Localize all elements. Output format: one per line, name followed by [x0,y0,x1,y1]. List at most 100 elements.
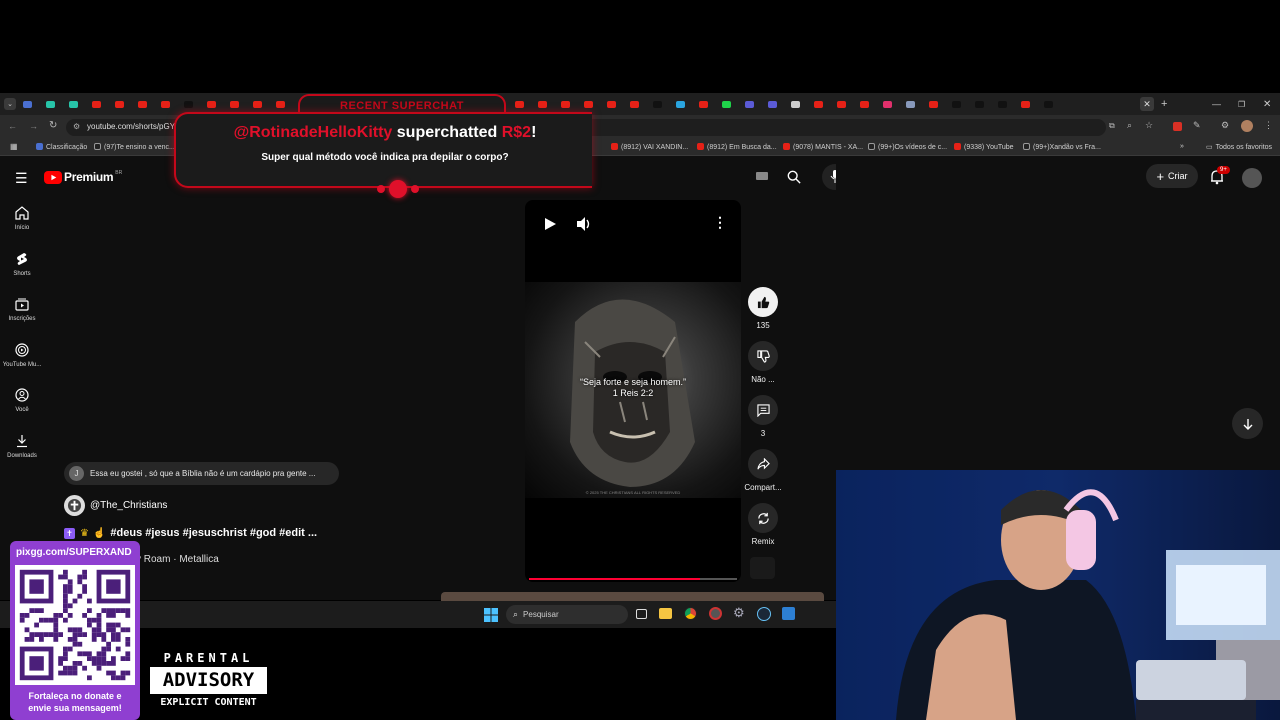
comment-preview[interactable]: J Essa eu gostei , só que a Bíblia não é… [64,462,339,485]
tab-favicon[interactable] [699,100,708,108]
tab-list-icon[interactable]: ⌄ [4,98,16,110]
tab-favicon[interactable] [115,100,124,108]
reload-icon[interactable]: ↻ [49,120,57,131]
app-icon[interactable] [709,607,722,620]
bookmark-item[interactable]: (99+)Xandão vs Fra... [1023,143,1101,151]
tab-favicon[interactable] [607,100,616,108]
more-bookmarks-icon[interactable]: » [1180,143,1184,150]
bookmark-item[interactable]: (99+)Os vídeos de c... [868,143,947,151]
remix-button[interactable] [748,503,778,533]
bookmark-item[interactable]: (9338) YouTube [954,143,1014,151]
tab-favicon[interactable] [653,100,662,108]
tab-favicon[interactable] [1044,100,1053,108]
hamburger-menu-icon[interactable]: ☰ [15,170,28,187]
taskbar-search[interactable]: ⌕ Pesquisar [506,605,628,624]
tab-favicon[interactable] [138,100,147,108]
extension-red-icon[interactable] [1173,122,1182,131]
tab-favicon[interactable] [676,100,685,108]
tab-favicon[interactable] [46,100,55,108]
bookmark-item[interactable]: Classificação [36,143,87,151]
subscriptions-icon [15,298,29,311]
keyboard-icon[interactable] [756,172,768,180]
search-button[interactable] [776,164,812,190]
tab-favicon[interactable] [975,100,984,108]
tab-favicon[interactable] [630,100,639,108]
settings-gear-icon[interactable]: ⚙ [733,605,745,621]
play-icon[interactable] [544,218,556,230]
sidebar-item-shorts[interactable]: Shorts [0,252,44,277]
audio-thumbnail[interactable] [750,557,775,579]
install-app-icon[interactable]: ⧉ [1109,121,1115,131]
back-icon[interactable]: ← [8,121,17,131]
sidebar-item-inscricoes[interactable]: Inscrições [0,297,44,322]
extension-icon[interactable]: ✎ [1193,120,1201,131]
tab-favicon[interactable] [745,100,754,108]
tab-favicon[interactable] [23,100,32,108]
close-tab-icon[interactable]: ✕ [1140,97,1154,111]
maximize-icon[interactable]: ❐ [1238,100,1245,109]
tab-favicon[interactable] [814,100,823,108]
tab-favicon[interactable] [998,100,1007,108]
close-window-icon[interactable]: ✕ [1263,99,1271,110]
music-track[interactable]: y Roam · Metallica [136,554,219,565]
volume-icon[interactable] [576,217,592,231]
tab-favicon[interactable] [837,100,846,108]
share-button[interactable] [748,449,778,479]
steam-icon[interactable] [757,607,771,621]
channel-avatar [64,495,85,516]
taskbar-search-placeholder: Pesquisar [523,610,559,619]
video-progress-track[interactable] [529,578,737,580]
chrome-icon[interactable] [684,607,697,620]
like-button[interactable] [748,287,778,317]
site-info-icon[interactable]: ⚙ [73,122,80,131]
tab-favicon[interactable] [1021,100,1030,108]
tab-favicon[interactable] [69,100,78,108]
video-more-icon[interactable]: ⋮ [713,214,727,231]
profile-avatar[interactable] [1241,120,1253,132]
sidebar-item-label: Downloads [7,453,37,459]
video-frame: “Seja forte e seja homem.” 1 Reis 2:2 © … [525,282,741,498]
task-view-icon[interactable] [636,609,647,619]
comments-button[interactable] [748,395,778,425]
bookmark-item[interactable]: (97)Te ensino a venc... [94,143,175,151]
tab-favicon[interactable] [906,100,915,108]
dislike-button[interactable] [748,341,778,371]
tab-favicon[interactable] [791,100,800,108]
video-title[interactable]: #deus #jesus #jesuschrist #god #edit ... [110,527,317,539]
tab-favicon[interactable] [161,100,170,108]
tab-favicon[interactable] [722,100,731,108]
file-explorer-icon[interactable] [659,608,672,619]
zoom-icon[interactable]: ⌕ [1127,120,1132,131]
tab-favicon[interactable] [860,100,869,108]
apps-icon[interactable]: ▦ [10,142,18,151]
user-avatar[interactable] [1242,168,1262,188]
sidebar-item-youtube-music[interactable]: YouTube Mu... [0,343,44,368]
tab-favicon[interactable] [952,100,961,108]
bookmark-item[interactable]: (8912) Em Busca da... [697,143,777,151]
tab-favicon[interactable] [929,100,938,108]
bookmark-item[interactable]: (8912) VAI XANDIN... [611,143,688,151]
taskbar-app-icon[interactable] [782,607,795,620]
tab-favicon[interactable] [883,100,892,108]
tab-favicon[interactable] [768,100,777,108]
windows-start-icon[interactable] [484,608,498,622]
extensions-puzzle-icon[interactable]: ⚙ [1221,120,1229,131]
sidebar-item-voce[interactable]: Você [0,388,44,413]
bookmark-star-icon[interactable]: ☆ [1145,120,1153,131]
new-tab-icon[interactable]: + [1161,98,1167,110]
minimize-icon[interactable]: — [1212,99,1221,109]
tab-favicon[interactable] [92,100,101,108]
notifications-button[interactable]: 9+ [1207,166,1230,188]
all-favorites[interactable]: ▭ Todos os favoritos [1206,143,1272,151]
sidebar-item-inicio[interactable]: Início [0,206,44,231]
shorts-video-player[interactable]: ⋮ “Seja forte e seja homem.” 1 Reis 2:2 … [525,200,741,582]
next-short-button[interactable] [1232,408,1263,439]
channel-row[interactable]: @The_Christians [64,495,167,516]
forward-icon[interactable]: → [29,121,38,131]
sidebar-item-downloads[interactable]: Downloads [0,434,44,459]
youtube-logo[interactable]: Premium BR [44,170,122,184]
create-button[interactable]: +Criar [1146,164,1198,188]
bookmark-item[interactable]: (9078) MANTIS - XA... [783,143,863,151]
donate-text-line-1: Fortaleça no donate e [28,691,122,701]
menu-kebab-icon[interactable]: ⋮ [1264,120,1273,131]
